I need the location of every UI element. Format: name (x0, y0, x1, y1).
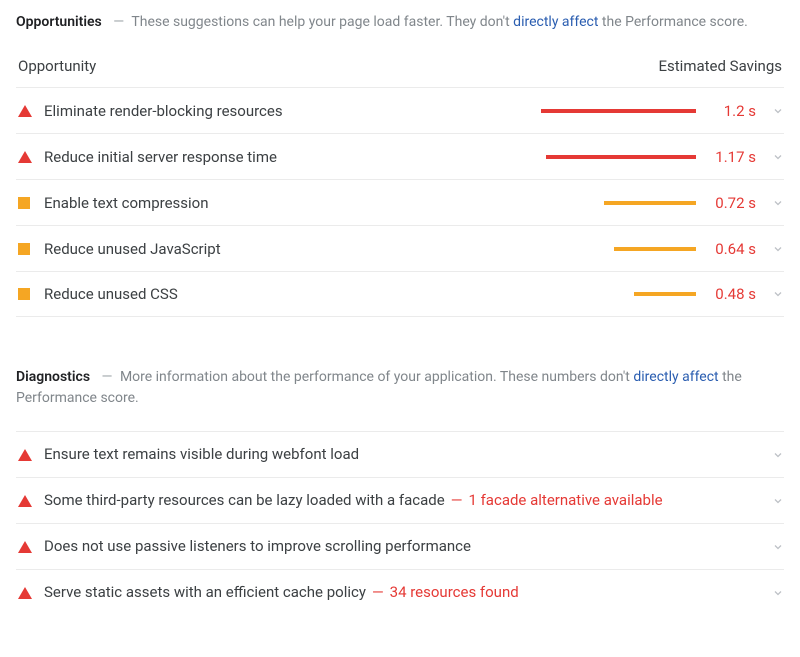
chevron-down-icon[interactable] (764, 495, 784, 507)
opportunity-column-headers: Opportunity Estimated Savings (16, 55, 784, 87)
diagnostic-row[interactable]: Does not use passive listeners to improv… (16, 523, 784, 569)
diagnostic-label: Some third-party resources can be lazy l… (44, 491, 445, 509)
diagnostic-extra: 1 facade alternative available (468, 491, 662, 509)
extra-dash: — (451, 491, 463, 509)
severity-icon (16, 288, 44, 300)
bar-fill (614, 247, 696, 251)
opportunity-row[interactable]: Reduce unused CSS 0.48 s (16, 271, 784, 317)
diagnostics-list: Ensure text remains visible during webfo… (16, 431, 784, 615)
chevron-down-icon[interactable] (764, 541, 784, 553)
diagnostics-desc-before: More information about the performance o… (120, 369, 633, 385)
savings-value: 0.64 s (696, 240, 764, 258)
diagnostic-row[interactable]: Ensure text remains visible during webfo… (16, 431, 784, 477)
opportunity-row[interactable]: Reduce unused JavaScript 0.64 s (16, 225, 784, 271)
diagnostics-header: Diagnostics — More information about the… (16, 367, 784, 409)
square-icon (18, 197, 30, 209)
triangle-icon (18, 105, 32, 117)
square-icon (18, 288, 30, 300)
bar-fill (546, 155, 696, 159)
severity-icon (16, 495, 44, 507)
triangle-icon (18, 151, 32, 163)
diagnostic-label: Does not use passive listeners to improv… (44, 537, 471, 555)
chevron-down-icon[interactable] (764, 197, 784, 209)
dash-separator: — (102, 369, 113, 385)
diagnostic-row[interactable]: Serve static assets with an efficient ca… (16, 569, 784, 615)
bar-fill (604, 201, 696, 205)
chevron-down-icon[interactable] (764, 449, 784, 461)
opportunity-label: Reduce unused JavaScript (44, 240, 536, 258)
opportunity-list: Eliminate render-blocking resources 1.2 s… (16, 87, 784, 317)
chevron-down-icon[interactable] (764, 151, 784, 163)
severity-icon (16, 151, 44, 163)
savings-bar (536, 247, 696, 251)
severity-icon (16, 449, 44, 461)
severity-icon (16, 541, 44, 553)
savings-bar (536, 201, 696, 205)
savings-bar (536, 292, 696, 296)
diagnostic-row[interactable]: Some third-party resources can be lazy l… (16, 477, 784, 523)
triangle-icon (18, 587, 32, 599)
opportunities-desc-before: These suggestions can help your page loa… (131, 14, 513, 30)
square-icon (18, 243, 30, 255)
savings-value: 1.2 s (696, 102, 764, 120)
savings-bar (536, 155, 696, 159)
savings-value: 0.72 s (696, 194, 764, 212)
opportunity-label: Eliminate render-blocking resources (44, 102, 536, 120)
opportunity-row[interactable]: Eliminate render-blocking resources 1.2 s (16, 87, 784, 133)
col-savings: Estimated Savings (659, 57, 783, 75)
directly-affect-link[interactable]: directly affect (513, 14, 598, 30)
chevron-down-icon[interactable] (764, 288, 784, 300)
severity-icon (16, 105, 44, 117)
opportunity-row[interactable]: Reduce initial server response time 1.17 … (16, 133, 784, 179)
col-opportunity: Opportunity (18, 57, 96, 75)
bar-fill (634, 292, 696, 296)
directly-affect-link[interactable]: directly affect (633, 369, 718, 385)
savings-bar (536, 109, 696, 113)
diagnostics-title: Diagnostics (16, 369, 90, 385)
opportunities-desc-after: the Performance score. (598, 14, 747, 30)
opportunity-row[interactable]: Enable text compression 0.72 s (16, 179, 784, 225)
chevron-down-icon[interactable] (764, 105, 784, 117)
severity-icon (16, 587, 44, 599)
savings-value: 0.48 s (696, 285, 764, 303)
chevron-down-icon[interactable] (764, 243, 784, 255)
bar-fill (541, 109, 696, 113)
triangle-icon (18, 449, 32, 461)
opportunity-label: Reduce unused CSS (44, 285, 536, 303)
dash-separator: — (113, 14, 124, 30)
severity-icon (16, 197, 44, 209)
opportunities-title: Opportunities (16, 14, 102, 30)
savings-value: 1.17 s (696, 148, 764, 166)
opportunities-header: Opportunities — These suggestions can he… (16, 12, 784, 33)
opportunity-label: Enable text compression (44, 194, 536, 212)
diagnostic-label: Ensure text remains visible during webfo… (44, 445, 359, 463)
chevron-down-icon[interactable] (764, 587, 784, 599)
diagnostic-label: Serve static assets with an efficient ca… (44, 583, 366, 601)
diagnostic-extra: 34 resources found (390, 583, 519, 601)
triangle-icon (18, 541, 32, 553)
extra-dash: — (372, 583, 384, 601)
severity-icon (16, 243, 44, 255)
triangle-icon (18, 495, 32, 507)
opportunity-label: Reduce initial server response time (44, 148, 536, 166)
